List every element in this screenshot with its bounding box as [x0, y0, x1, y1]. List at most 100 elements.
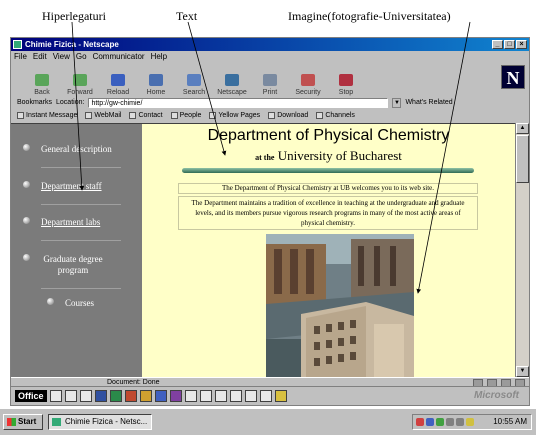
- explorer-icon[interactable]: [154, 390, 167, 402]
- personal-item-people[interactable]: People: [170, 112, 201, 119]
- subtitle-university: University of Bucharest: [277, 148, 402, 163]
- whats-related-button[interactable]: What's Related: [405, 99, 452, 106]
- office-app-icon[interactable]: [274, 390, 287, 402]
- personal-item-yellow-pages[interactable]: Yellow Pages: [209, 112, 260, 119]
- office-app-icon[interactable]: [244, 390, 257, 402]
- sidebar-item-department-labs[interactable]: Department labs: [23, 217, 135, 228]
- windows-flag-icon: [7, 418, 16, 426]
- sidebar-item-department-staff[interactable]: Department staff: [23, 181, 135, 192]
- bullet-icon: [23, 144, 30, 151]
- scroll-up-icon[interactable]: ▲: [516, 123, 529, 134]
- clock[interactable]: 10:55 AM: [493, 415, 527, 429]
- netscape-button[interactable]: Netscape: [215, 63, 249, 96]
- office-app-icon[interactable]: [79, 390, 92, 402]
- forward-button[interactable]: Forward: [63, 63, 97, 96]
- bullet-icon: [23, 217, 30, 224]
- window-controls: _ □ ×: [492, 40, 527, 49]
- office-app-icon[interactable]: [229, 390, 242, 402]
- office-shortcut-bar: Office Microsoft: [10, 386, 530, 406]
- annotation-image: Imagine(fotografie-Universitatea): [288, 9, 451, 23]
- sidebar-item-general-description[interactable]: General description: [23, 144, 135, 155]
- print-icon: [263, 74, 277, 86]
- powerpoint-icon[interactable]: [124, 390, 137, 402]
- taskbar-item-netscape[interactable]: Chimie Fizica - Netsc...: [48, 414, 152, 430]
- office-label[interactable]: Office: [15, 390, 47, 402]
- office-app-icon[interactable]: [199, 390, 212, 402]
- outlook-icon[interactable]: [169, 390, 182, 402]
- personal-item-contact[interactable]: Contact: [129, 112, 163, 119]
- intro-paragraph: The Department maintains a tradition of …: [178, 196, 478, 230]
- tray-icon[interactable]: [436, 418, 444, 426]
- menu-help[interactable]: Help: [151, 51, 167, 62]
- excel-icon[interactable]: [109, 390, 122, 402]
- sidebar-item-label: Department labs: [41, 217, 101, 227]
- sidebar-item-graduate-degree-program[interactable]: Graduate degree program: [23, 254, 135, 276]
- personal-item-webmail[interactable]: WebMail: [85, 112, 121, 119]
- menu-edit[interactable]: Edit: [33, 51, 47, 62]
- reload-button[interactable]: Reload: [101, 63, 135, 96]
- decorative-divider-bar: [182, 168, 474, 173]
- bookmark-icon: [209, 112, 217, 119]
- tray-icon[interactable]: [416, 418, 424, 426]
- sidebar-item-label: Department staff: [41, 181, 102, 191]
- system-tray: 10:55 AM: [412, 414, 532, 430]
- main-frame: Department of Physical Chemistry at the …: [142, 123, 515, 377]
- start-button[interactable]: Start: [3, 414, 43, 430]
- sidebar-item-label: Graduate degree program: [43, 254, 103, 275]
- window-title: Chimie Fizica - Netscape: [25, 40, 119, 49]
- access-icon[interactable]: [139, 390, 152, 402]
- maximize-button[interactable]: □: [504, 40, 515, 49]
- home-button[interactable]: Home: [139, 63, 173, 96]
- bookmark-icon: [170, 112, 178, 119]
- vertical-scrollbar[interactable]: ▲ ▼: [515, 123, 529, 377]
- bookmarks-button[interactable]: Bookmarks: [17, 99, 52, 106]
- sidebar-divider: [41, 204, 121, 205]
- tray-icon[interactable]: [446, 418, 454, 426]
- url-field[interactable]: http://gw-chimie/: [88, 97, 389, 108]
- tray-icon[interactable]: [426, 418, 434, 426]
- office-app-icon[interactable]: [259, 390, 272, 402]
- bullet-icon: [23, 181, 30, 188]
- sidebar-item-label: General description: [41, 144, 112, 154]
- netscape-logo[interactable]: N: [501, 65, 525, 89]
- office-app-icon[interactable]: [184, 390, 197, 402]
- bullet-icon: [23, 254, 30, 261]
- menu-view[interactable]: View: [53, 51, 70, 62]
- taskbar: Start Chimie Fizica - Netsc... 10:55 AM: [0, 408, 536, 435]
- close-button[interactable]: ×: [516, 40, 527, 49]
- scroll-thumb[interactable]: [516, 135, 529, 183]
- sidebar-divider: [41, 167, 121, 168]
- stop-icon: [339, 74, 353, 86]
- menu-communicator[interactable]: Communicator: [93, 51, 145, 62]
- sidebar-frame: General description Department staff Dep…: [11, 123, 142, 377]
- search-icon: [187, 74, 201, 86]
- print-button[interactable]: Print: [253, 63, 287, 96]
- menu-file[interactable]: File: [14, 51, 27, 62]
- volume-icon[interactable]: [456, 418, 464, 426]
- personal-item-download[interactable]: Download: [268, 112, 308, 119]
- chevron-down-icon[interactable]: ▼: [392, 97, 402, 108]
- search-button[interactable]: Search: [177, 63, 211, 96]
- personal-item-channels[interactable]: Channels: [316, 112, 355, 119]
- office-app-icon[interactable]: [214, 390, 227, 402]
- office-app-icon[interactable]: [64, 390, 77, 402]
- netscape-app-icon: [13, 40, 22, 49]
- security-button[interactable]: Security: [291, 63, 325, 96]
- personal-toolbar: Instant Message WebMail Contact People Y…: [11, 110, 529, 121]
- sidebar-divider: [41, 288, 121, 289]
- annotation-hyperlinks: Hiperlegaturi: [42, 9, 106, 23]
- tray-icons: [416, 418, 474, 426]
- bookmark-icon: [17, 112, 24, 119]
- stop-button[interactable]: Stop: [329, 63, 363, 96]
- tray-icon[interactable]: [466, 418, 474, 426]
- office-app-icon[interactable]: [49, 390, 62, 402]
- menu-go[interactable]: Go: [76, 51, 87, 62]
- title-bar[interactable]: Chimie Fizica - Netscape _ □ ×: [11, 38, 529, 51]
- scroll-down-icon[interactable]: ▼: [516, 366, 529, 377]
- personal-item-instant-message[interactable]: Instant Message: [17, 112, 77, 119]
- page-title: Department of Physical Chemistry: [207, 127, 450, 144]
- back-button[interactable]: Back: [25, 63, 59, 96]
- location-bar: Bookmarks Location: http://gw-chimie/ ▼ …: [11, 96, 529, 109]
- word-icon[interactable]: [94, 390, 107, 402]
- minimize-button[interactable]: _: [492, 40, 503, 49]
